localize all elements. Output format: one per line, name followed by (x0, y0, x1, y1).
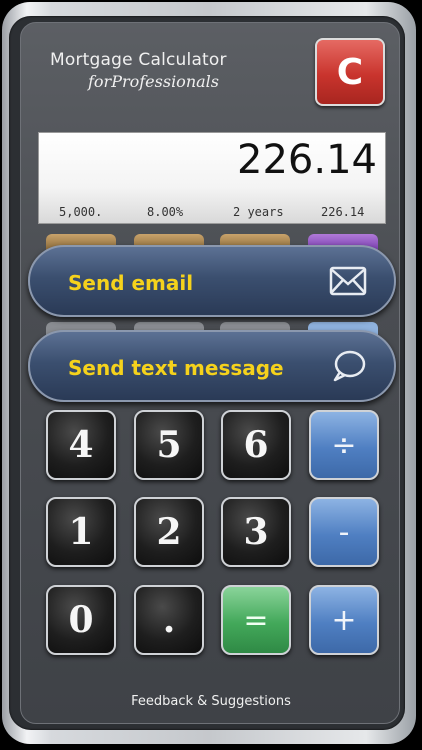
key-minus[interactable]: - (309, 497, 379, 567)
app-subtitle: forProfessionals (88, 72, 219, 91)
payment-readout: 226.14 (321, 205, 365, 219)
key-4[interactable]: 4 (46, 410, 116, 480)
key-3[interactable]: 3 (221, 497, 291, 567)
envelope-icon (329, 266, 367, 296)
key-plus[interactable]: + (309, 585, 379, 655)
send-email-label: Send email (68, 271, 194, 295)
app-title: Mortgage Calculator (50, 50, 227, 70)
principal-readout: 5,000. (59, 205, 103, 219)
key-1[interactable]: 1 (46, 497, 116, 567)
key-equals[interactable]: = (221, 585, 291, 655)
clear-button[interactable]: C (315, 38, 385, 106)
feedback-link[interactable]: Feedback & Suggestions (0, 694, 422, 709)
speech-bubble-icon (333, 350, 366, 382)
display-value: 226.14 (237, 137, 377, 183)
key-2[interactable]: 2 (134, 497, 204, 567)
key-0[interactable]: 0 (46, 585, 116, 655)
rate-readout: 8.00% (147, 205, 184, 219)
key-decimal[interactable]: . (134, 585, 204, 655)
key-6[interactable]: 6 (221, 410, 291, 480)
result-display: 226.14 5,000. 8.00% 2 years 226.14 (38, 132, 386, 224)
key-5[interactable]: 5 (134, 410, 204, 480)
send-text-label: Send text message (68, 356, 284, 380)
term-readout: 2 years (233, 205, 284, 219)
key-divide[interactable]: ÷ (309, 410, 379, 480)
send-email-button[interactable]: Send email (28, 245, 396, 317)
send-text-message-button[interactable]: Send text message (28, 330, 396, 402)
